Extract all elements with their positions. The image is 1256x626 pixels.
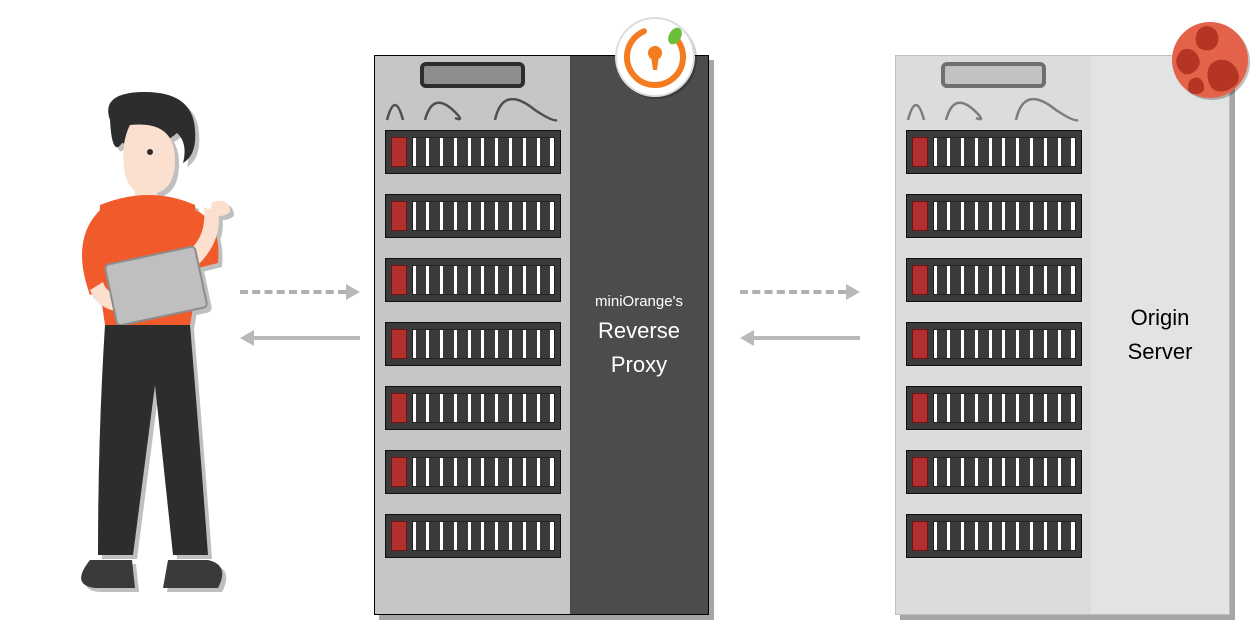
- origin-server: Origin Server: [895, 55, 1230, 615]
- rack-front: [375, 56, 570, 614]
- arrows-user-proxy: [240, 285, 360, 345]
- reverse-proxy-diagram: miniOrange's Reverse Proxy Or: [0, 0, 1256, 626]
- rack-label-panel: miniOrange's Reverse Proxy: [570, 56, 708, 614]
- drive-bay: [906, 450, 1082, 494]
- arrow-origin-to-proxy: [740, 331, 860, 345]
- drive-bay: [906, 514, 1082, 558]
- drive-bay: [906, 386, 1082, 430]
- rack-handle: [941, 62, 1046, 88]
- proxy-label-pre: miniOrange's: [595, 293, 683, 310]
- reverse-proxy-server: miniOrange's Reverse Proxy: [374, 55, 709, 615]
- rack-front: [896, 56, 1091, 614]
- globe-icon: [1170, 20, 1250, 100]
- rack-cables: [906, 98, 1082, 122]
- drive-bay: [385, 258, 561, 302]
- drive-bay: [906, 130, 1082, 174]
- proxy-label-1: Reverse: [598, 318, 680, 344]
- rack-handle: [420, 62, 525, 88]
- origin-label-2: Server: [1128, 339, 1193, 365]
- drive-bay: [906, 258, 1082, 302]
- arrows-proxy-origin: [740, 285, 860, 345]
- rack-label-panel: Origin Server: [1091, 56, 1229, 614]
- drive-bay: [385, 322, 561, 366]
- drive-bay: [906, 322, 1082, 366]
- miniorange-lock-icon: [615, 17, 695, 97]
- arrow-user-to-proxy: [240, 285, 360, 299]
- drive-bay: [385, 386, 561, 430]
- drive-bay: [385, 514, 561, 558]
- proxy-label-2: Proxy: [611, 352, 667, 378]
- drive-bay: [385, 130, 561, 174]
- rack-cables: [385, 98, 561, 122]
- user-illustration: [40, 90, 240, 610]
- drive-bay: [385, 194, 561, 238]
- drive-bay: [906, 194, 1082, 238]
- drive-bay: [385, 450, 561, 494]
- arrow-proxy-to-origin: [740, 285, 860, 299]
- origin-label-1: Origin: [1131, 305, 1190, 331]
- arrow-proxy-to-user: [240, 331, 360, 345]
